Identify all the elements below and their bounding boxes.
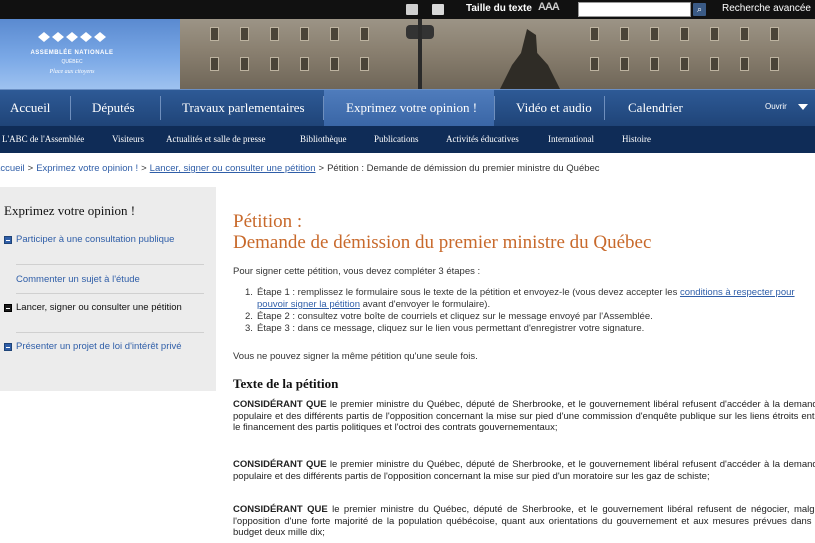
intro-text: Pour signer cette pétition, vous devez c… xyxy=(233,266,481,277)
main-nav-travaux[interactable]: Travaux parlementaires xyxy=(182,90,305,126)
petition-paragraph: CONSIDÉRANT QUE le premier ministre du Q… xyxy=(233,459,815,482)
steps-list: 1. Étape 1 : remplissez le formulaire so… xyxy=(245,287,815,335)
sidebar-item-label: Présenter un projet de loi d'intérêt pri… xyxy=(16,341,182,352)
search-input[interactable] xyxy=(578,2,691,17)
sidebar-title: Exprimez votre opinion ! xyxy=(4,203,136,218)
sidebar-item-label: Lancer, signer ou consulter une pétition xyxy=(16,302,182,313)
sub-nav-bibliotheque[interactable]: Bibliothèque xyxy=(300,126,347,153)
logo-emblem-icon xyxy=(30,28,114,48)
logo-subtitle: QUÉBEC xyxy=(61,59,83,65)
main-nav-exprimez[interactable]: Exprimez votre opinion ! xyxy=(324,90,494,126)
sub-nav-abc[interactable]: L'ABC de l'Assemblée xyxy=(2,126,84,153)
petition-paragraph: CONSIDÉRANT QUE le premier ministre du Q… xyxy=(233,504,815,538)
sub-nav: L'ABC de l'Assemblée Visiteurs Actualité… xyxy=(0,126,815,153)
breadcrumb-petitions[interactable]: Lancer, signer ou consulter une pétition xyxy=(150,163,316,174)
main-nav-accueil[interactable]: Accueil xyxy=(10,90,60,126)
text-size-label: Taille du texte xyxy=(466,3,532,14)
single-signature-note: Vous ne pouvez signer la même pétition q… xyxy=(233,351,478,362)
banner: ASSEMBLÉE NATIONALE QUÉBEC Place aux cit… xyxy=(0,19,815,89)
petition-text-heading: Texte de la pétition xyxy=(233,376,339,391)
site-logo[interactable]: ASSEMBLÉE NATIONALE QUÉBEC Place aux cit… xyxy=(30,28,114,80)
parliament-building-photo xyxy=(180,19,815,89)
logo-tagline: Place aux citoyens xyxy=(49,69,95,75)
breadcrumb: Accueil>Exprimez votre opinion !>Lancer,… xyxy=(0,163,600,174)
print-icon[interactable] xyxy=(406,4,418,15)
page-title-line1: Pétition : xyxy=(233,211,303,232)
plus-square-icon xyxy=(4,304,12,312)
sub-nav-international[interactable]: International xyxy=(548,126,594,153)
sub-nav-histoire[interactable]: Histoire xyxy=(622,126,651,153)
sidebar: Exprimez votre opinion ! Participer à un… xyxy=(0,187,216,391)
sidebar-item-label: Commenter un sujet à l'étude xyxy=(16,274,140,285)
page-title-line2: Demande de démission du premier ministre… xyxy=(233,232,652,253)
sub-nav-visiteurs[interactable]: Visiteurs xyxy=(112,126,144,153)
sub-nav-activites[interactable]: Activités éducatives xyxy=(446,126,519,153)
step-item: 2. Étape 2 : consultez votre boîte de co… xyxy=(245,311,653,322)
main-nav-calendrier[interactable]: Calendrier xyxy=(628,90,683,126)
breadcrumb-current: Pétition : Demande de démission du premi… xyxy=(327,163,600,174)
plus-square-icon xyxy=(4,343,12,351)
breadcrumb-exprimez[interactable]: Exprimez votre opinion ! xyxy=(36,163,138,174)
main-nav-deputes[interactable]: Députés xyxy=(92,90,135,126)
logo-title: ASSEMBLÉE NATIONALE xyxy=(30,50,114,56)
sub-nav-publications[interactable]: Publications xyxy=(374,126,419,153)
advanced-search-link[interactable]: Recherche avancée xyxy=(722,3,811,14)
email-icon[interactable] xyxy=(432,4,444,15)
plus-square-icon xyxy=(4,236,12,244)
step-item: 3. Étape 3 : dans ce message, cliquez su… xyxy=(245,323,645,334)
search-icon[interactable]: ⌕ xyxy=(693,3,706,16)
chevron-down-icon[interactable] xyxy=(798,104,808,110)
sidebar-item-label: Participer à une consultation publique xyxy=(16,234,175,245)
utility-bar: Taille du texte AAA ⌕ Recherche avancée xyxy=(0,0,815,19)
open-menu-label[interactable]: Ouvrir xyxy=(765,102,787,111)
sub-nav-actualites[interactable]: Actualités et salle de presse xyxy=(166,126,265,153)
step-item: 1. Étape 1 : remplissez le formulaire so… xyxy=(245,287,795,310)
petition-paragraph: CONSIDÉRANT QUE le premier ministre du Q… xyxy=(233,399,815,433)
breadcrumb-accueil[interactable]: Accueil xyxy=(0,163,25,174)
text-size-toggle[interactable]: AAA xyxy=(538,1,560,13)
main-nav-video-audio[interactable]: Vidéo et audio xyxy=(516,90,592,126)
main-nav: Accueil Députés Travaux parlementaires E… xyxy=(0,89,815,126)
banner-sky: ASSEMBLÉE NATIONALE QUÉBEC Place aux cit… xyxy=(0,19,180,89)
